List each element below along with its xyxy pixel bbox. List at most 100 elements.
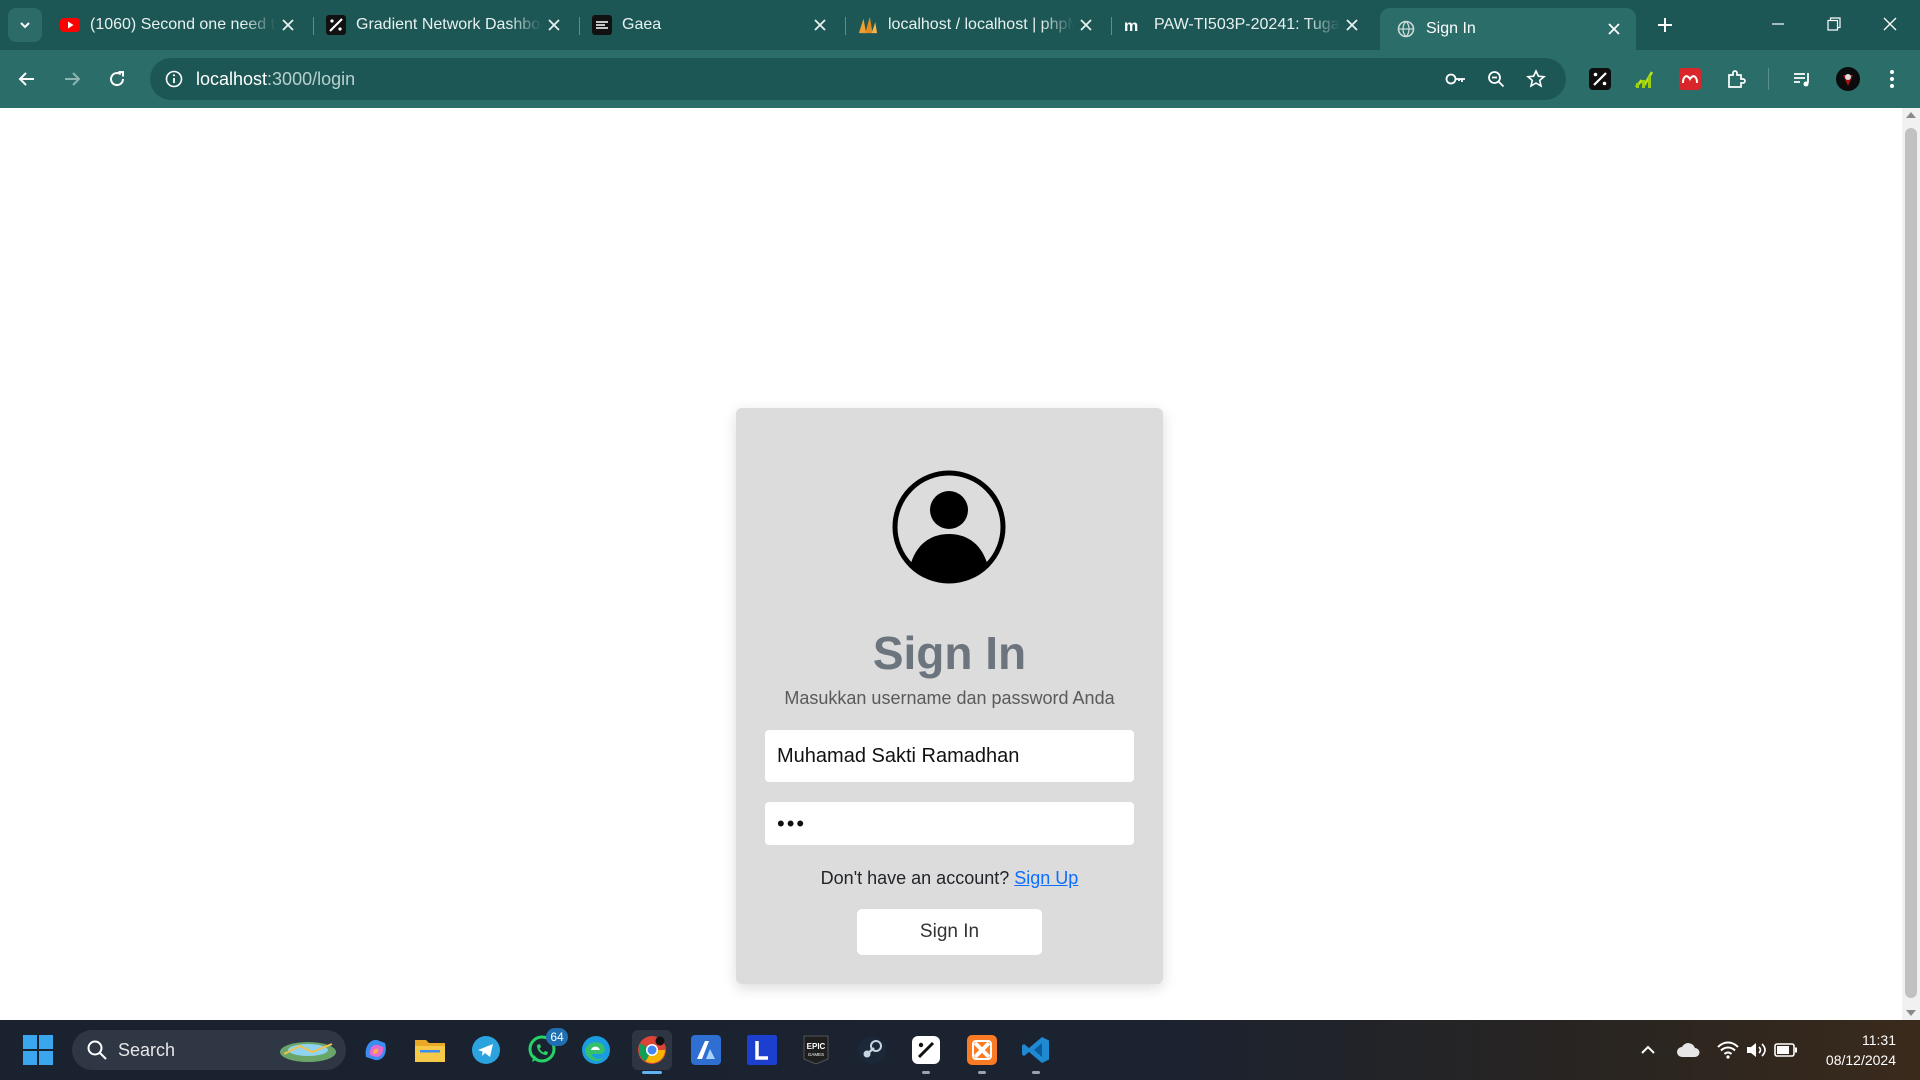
tab-title: (1060) Second one need to bbox=[90, 16, 276, 33]
running-indicator bbox=[978, 1071, 986, 1074]
signal-extension-icon[interactable] bbox=[1628, 63, 1660, 95]
user-avatar-icon bbox=[892, 470, 1006, 584]
svg-text:m: m bbox=[1124, 18, 1138, 33]
onedrive-cloud-icon[interactable] bbox=[1676, 1038, 1700, 1062]
taskbar-gradient-app[interactable] bbox=[906, 1030, 946, 1074]
search-label: Search bbox=[118, 1040, 176, 1060]
close-icon[interactable] bbox=[542, 13, 566, 37]
taskbar-telegram[interactable] bbox=[466, 1030, 506, 1070]
steam-icon bbox=[858, 1036, 886, 1064]
l-app-icon bbox=[747, 1035, 777, 1065]
taskbar-edge[interactable] bbox=[576, 1030, 616, 1070]
media-controls-icon[interactable] bbox=[1786, 63, 1818, 95]
search-icon bbox=[87, 1040, 107, 1060]
windows-start-icon[interactable] bbox=[22, 1034, 54, 1066]
chevron-down-icon bbox=[20, 22, 30, 29]
running-indicator bbox=[1032, 1071, 1040, 1074]
scroll-down-arrow-icon[interactable] bbox=[1906, 1010, 1916, 1016]
taskbar-steam[interactable] bbox=[852, 1030, 892, 1070]
copilot-icon bbox=[365, 1039, 386, 1061]
tab-title: Sign In bbox=[1426, 20, 1476, 37]
page-title: Sign In bbox=[872, 627, 1027, 679]
taskbar-whatsapp[interactable]: 64 bbox=[522, 1028, 568, 1070]
scroll-up-arrow-icon[interactable] bbox=[1906, 112, 1916, 118]
xampp-icon bbox=[967, 1035, 997, 1065]
taskbar-search[interactable]: Search bbox=[72, 1030, 346, 1070]
tab-sign-in[interactable]: Sign In bbox=[1380, 8, 1636, 50]
windows-taskbar: Search 64 EPIC GAMES 11:31 08/12/2024 bbox=[0, 1020, 1920, 1080]
taskbar-l-app[interactable] bbox=[742, 1030, 782, 1070]
address-bar[interactable]: localhost:3000/login bbox=[150, 58, 1566, 100]
tab-title: localhost / localhost | phpMyAdmin bbox=[888, 16, 1074, 33]
epic-games-icon: EPICGAMES bbox=[803, 1035, 829, 1065]
close-icon[interactable] bbox=[1074, 13, 1098, 37]
running-indicator bbox=[642, 1071, 662, 1074]
chrome-icon bbox=[638, 1036, 666, 1064]
bookmark-star-icon[interactable] bbox=[1524, 67, 1548, 91]
site-info-icon[interactable] bbox=[162, 67, 186, 91]
volume-icon[interactable] bbox=[1744, 1038, 1768, 1062]
back-button[interactable] bbox=[10, 62, 44, 96]
password-input[interactable] bbox=[765, 802, 1134, 845]
gradient-extension-icon[interactable] bbox=[1584, 63, 1616, 95]
extensions-puzzle-icon[interactable] bbox=[1720, 63, 1752, 95]
close-icon[interactable] bbox=[808, 13, 832, 37]
page-scrollbar[interactable] bbox=[1902, 108, 1920, 1020]
scroll-thumb[interactable] bbox=[1905, 128, 1917, 998]
taskbar-file-explorer[interactable] bbox=[410, 1030, 450, 1070]
tray-overflow-chevron-icon[interactable] bbox=[1636, 1038, 1660, 1062]
taskbar-copilot[interactable] bbox=[356, 1030, 396, 1070]
signup-link[interactable]: Sign Up bbox=[1014, 868, 1078, 888]
running-indicator bbox=[922, 1071, 930, 1074]
taskbar-epic-games[interactable]: EPIC GAMES bbox=[796, 1030, 836, 1070]
signup-prompt: Don't have an account? Sign Up bbox=[736, 868, 1163, 889]
restore-button[interactable] bbox=[1810, 6, 1858, 42]
sign-in-button[interactable]: Sign In bbox=[857, 909, 1042, 955]
tab-gaea[interactable]: Gaea bbox=[576, 8, 842, 42]
close-window-button[interactable] bbox=[1866, 6, 1914, 42]
notification-badge: 64 bbox=[546, 1028, 568, 1046]
arrow-left-icon bbox=[18, 72, 34, 86]
wifi-icon[interactable] bbox=[1716, 1038, 1740, 1062]
zoom-icon[interactable] bbox=[1484, 67, 1508, 91]
system-clock[interactable]: 11:31 08/12/2024 bbox=[1826, 1030, 1896, 1070]
close-icon[interactable] bbox=[1602, 17, 1626, 41]
mendeley-extension-icon[interactable] bbox=[1674, 63, 1706, 95]
page-subtitle: Masukkan username dan password Anda bbox=[784, 688, 1115, 708]
telegram-icon bbox=[472, 1036, 500, 1064]
tab-gradient[interactable]: Gradient Network Dashboard bbox=[310, 8, 576, 42]
youtube-icon bbox=[60, 15, 80, 35]
close-icon[interactable] bbox=[276, 13, 300, 37]
username-input[interactable] bbox=[765, 730, 1134, 782]
url-host: localhost bbox=[196, 69, 268, 89]
azure-icon bbox=[691, 1035, 721, 1065]
tab-search-button[interactable] bbox=[8, 8, 42, 42]
tab-moodle[interactable]: m PAW-TI503P-20241: Tugas bbox=[1108, 8, 1374, 42]
close-icon bbox=[1883, 17, 1897, 31]
taskbar-chrome[interactable] bbox=[632, 1030, 672, 1074]
forward-button[interactable] bbox=[55, 62, 89, 96]
login-card: Sign In Masukkan username dan password A… bbox=[736, 408, 1163, 984]
taskbar-azure-app[interactable] bbox=[686, 1030, 726, 1070]
toolbar-divider bbox=[1768, 68, 1769, 90]
tab-phpmyadmin[interactable]: localhost / localhost | phpMyAdmin bbox=[842, 8, 1108, 42]
edge-icon bbox=[582, 1036, 610, 1064]
svg-text:EPIC: EPIC bbox=[807, 1042, 826, 1051]
profile-avatar-icon[interactable] bbox=[1832, 63, 1864, 95]
reload-button[interactable] bbox=[100, 62, 134, 96]
tab-title: PAW-TI503P-20241: Tugas bbox=[1154, 16, 1340, 33]
battery-icon[interactable] bbox=[1774, 1038, 1798, 1062]
taskbar-xampp[interactable] bbox=[962, 1030, 1002, 1074]
close-icon[interactable] bbox=[1340, 13, 1364, 37]
taskbar-vscode[interactable] bbox=[1016, 1030, 1056, 1074]
more-menu-icon[interactable] bbox=[1876, 63, 1908, 95]
minimize-icon bbox=[1772, 23, 1784, 25]
gradient-app-icon bbox=[912, 1036, 940, 1064]
new-tab-button[interactable] bbox=[1650, 10, 1680, 40]
password-key-icon[interactable] bbox=[1444, 67, 1468, 91]
tab-youtube[interactable]: (1060) Second one need to bbox=[44, 8, 310, 42]
minimize-button[interactable] bbox=[1754, 6, 1802, 42]
vscode-icon bbox=[1022, 1037, 1049, 1063]
tab-title: Gaea bbox=[622, 16, 662, 33]
gaea-icon bbox=[592, 15, 612, 35]
